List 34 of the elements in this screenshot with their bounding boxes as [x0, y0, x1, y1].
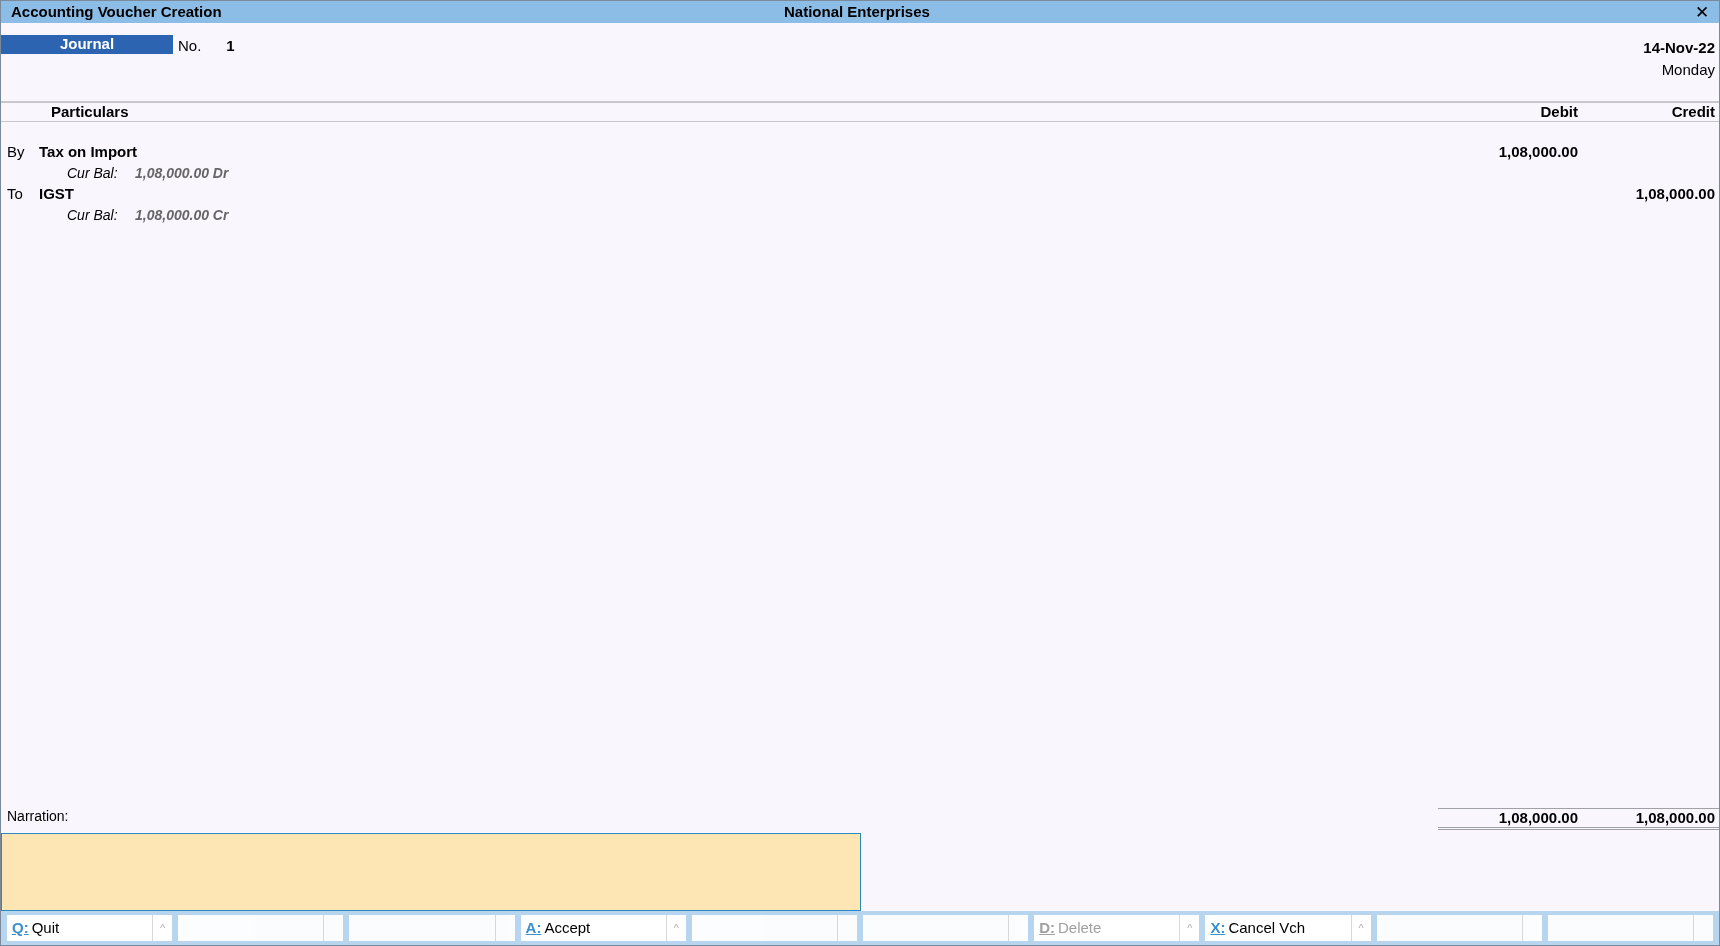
action-button[interactable]: Q: Quit ^	[7, 915, 173, 941]
close-button[interactable]: ✕	[1695, 3, 1709, 21]
balance-value: 1,08,000.00 Cr	[135, 206, 229, 225]
empty-button[interactable]	[349, 915, 515, 941]
empty-button[interactable]	[1547, 915, 1713, 941]
empty-button[interactable]	[1376, 915, 1542, 941]
action-button[interactable]: A: Accept ^	[520, 915, 686, 941]
narration-label: Narration:	[7, 807, 69, 826]
particulars-header: Particulars	[51, 101, 129, 122]
voucher-day: Monday	[1661, 59, 1715, 81]
balance-label: Cur Bal:	[67, 206, 119, 225]
balance-label: Cur Bal:	[67, 164, 119, 183]
empty-button[interactable]	[178, 915, 344, 941]
balance-value: 1,08,000.00 Dr	[135, 164, 229, 183]
entry-prefix: To	[7, 184, 24, 205]
company-name: National Enterprises	[784, 1, 930, 22]
debit-total: 1,08,000.00	[1497, 807, 1578, 828]
debit-header: Debit	[1539, 101, 1578, 122]
voucher-type[interactable]: Journal	[1, 35, 173, 54]
ledger-name[interactable]: Tax on Import	[39, 141, 138, 164]
number-label: No.	[178, 36, 202, 56]
voucher-date[interactable]: 14-Nov-22	[1643, 37, 1715, 59]
empty-button[interactable]	[691, 915, 857, 941]
credit-total: 1,08,000.00	[1634, 807, 1716, 828]
empty-button[interactable]	[863, 915, 1029, 941]
ledger-name[interactable]: IGST	[39, 183, 74, 206]
entry-prefix: By	[7, 142, 26, 163]
debit-amount: 1,08,000.00	[1498, 143, 1578, 161]
narration-field[interactable]	[1, 833, 861, 911]
credit-header: Credit	[1670, 101, 1716, 122]
action-button[interactable]: X: Cancel Vch ^	[1205, 915, 1371, 941]
voucher-number: 1	[226, 36, 235, 56]
credit-amount: 1,08,000.00	[1635, 185, 1715, 203]
window-title: Accounting Voucher Creation	[11, 1, 222, 22]
